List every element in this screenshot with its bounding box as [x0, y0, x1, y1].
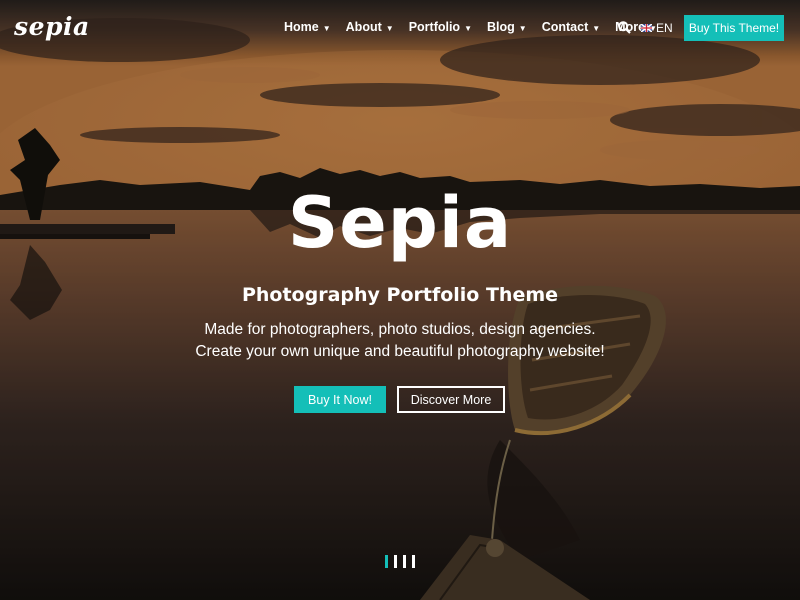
nav-item-contact[interactable]: Contact ▼ — [542, 20, 600, 34]
chevron-down-icon: ▼ — [464, 23, 472, 33]
nav-item-blog[interactable]: Blog ▼ — [487, 20, 527, 34]
buy-this-theme-button[interactable]: Buy This Theme! — [684, 15, 784, 41]
language-label: EN — [656, 21, 673, 35]
nav-item-home[interactable]: Home ▼ — [284, 20, 331, 34]
hero-description-line: Made for photographers, photo studios, d… — [204, 321, 596, 338]
chevron-down-icon: ▼ — [592, 23, 601, 33]
chevron-down-icon: ▼ — [385, 23, 394, 33]
chevron-down-icon: ▼ — [518, 23, 527, 33]
nav-item-label: About — [345, 20, 382, 34]
slider-dot[interactable] — [385, 555, 388, 568]
nav-item-portfolio[interactable]: Portfolio ▼ — [409, 20, 472, 34]
hero-title: Sepia — [287, 182, 513, 264]
hero-description-line: Create your own unique and beautiful pho… — [195, 343, 605, 360]
slider-dot[interactable] — [403, 555, 406, 568]
chevron-down-icon: ▼ — [322, 23, 331, 33]
nav-item-about[interactable]: About ▼ — [346, 20, 394, 34]
site-logo[interactable]: sepia — [14, 12, 90, 41]
discover-more-button[interactable]: Discover More — [397, 386, 505, 413]
nav-item-label: Contact — [541, 20, 589, 34]
slider-dot[interactable] — [412, 555, 415, 568]
nav-item-label: Portfolio — [408, 20, 461, 34]
hero-description: Made for photographers, photo studios, d… — [0, 319, 800, 363]
slider-pagination — [385, 555, 421, 568]
nav-item-label: Blog — [487, 20, 515, 34]
main-nav: Home ▼ About ▼ Portfolio ▼ Blog ▼ Contac… — [284, 20, 672, 34]
buy-it-now-button[interactable]: Buy It Now! — [294, 386, 386, 413]
search-icon[interactable] — [618, 21, 631, 34]
hero-subtitle: Photography Portfolio Theme — [241, 284, 559, 306]
language-switcher[interactable]: EN — [641, 21, 673, 35]
uk-flag-icon — [641, 24, 652, 32]
nav-item-label: Home — [284, 20, 319, 34]
slider-dot[interactable] — [394, 555, 397, 568]
